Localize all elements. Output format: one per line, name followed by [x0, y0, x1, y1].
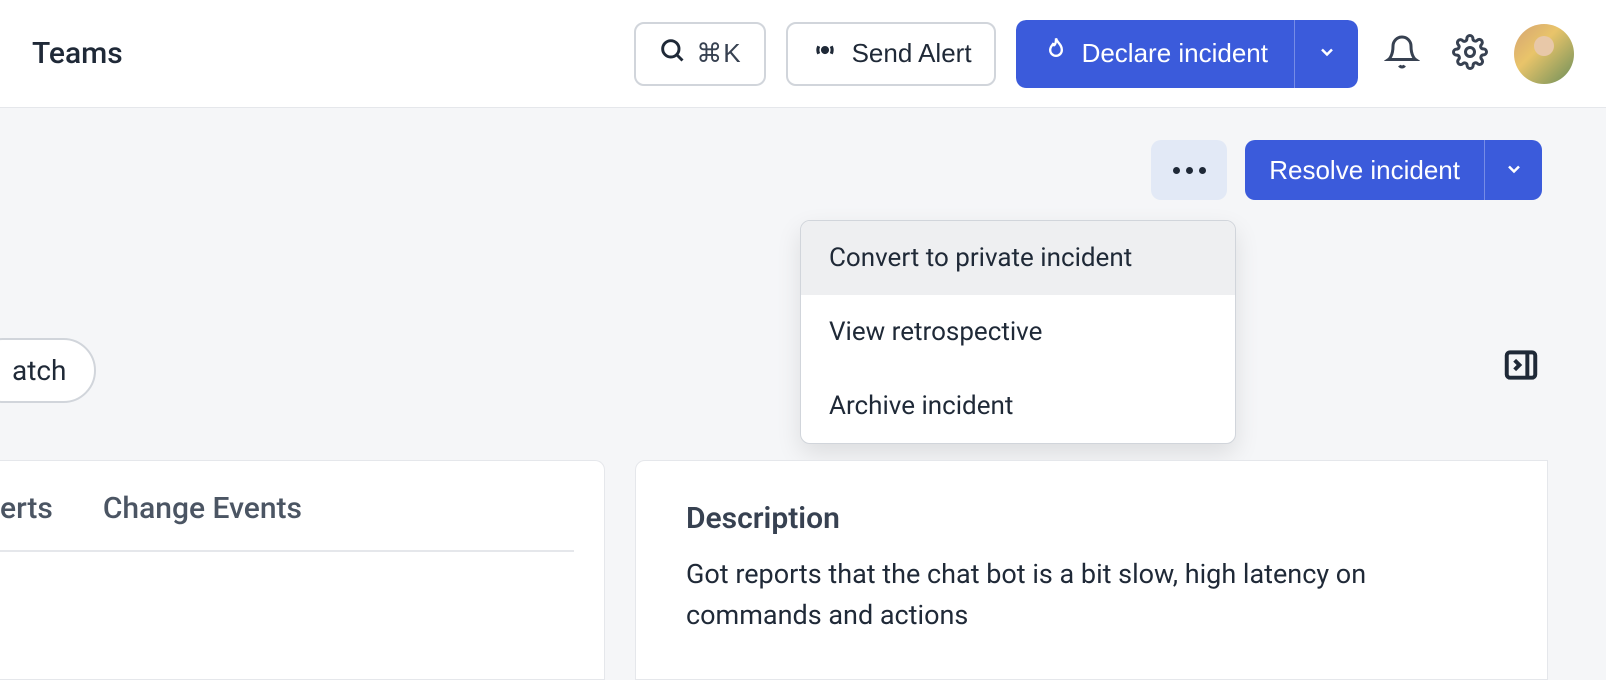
send-alert-label: Send Alert	[852, 38, 972, 69]
more-actions-menu: Convert to private incident View retrosp…	[800, 220, 1236, 444]
page-title: Teams	[32, 36, 123, 71]
topbar: Teams ⌘K Send Alert Decl	[0, 0, 1606, 108]
declare-incident-group: Declare incident	[1016, 20, 1358, 88]
tag-pill[interactable]: atch	[0, 338, 96, 403]
gear-icon	[1452, 34, 1488, 74]
resolve-incident-button[interactable]: Resolve incident	[1245, 140, 1484, 200]
description-title: Description	[686, 501, 1497, 536]
content-area: Resolve incident Convert to private inci…	[0, 108, 1606, 244]
tabs: erts Change Events	[0, 491, 574, 552]
tab-change-events[interactable]: Change Events	[103, 491, 302, 526]
notifications-button[interactable]	[1378, 30, 1426, 78]
more-actions-button[interactable]	[1151, 140, 1227, 200]
resolve-group: Resolve incident	[1245, 140, 1542, 200]
chevron-down-icon	[1317, 42, 1337, 65]
bottom-panels: erts Change Events Description Got repor…	[0, 460, 1606, 680]
expand-panel-button[interactable]	[1502, 346, 1540, 388]
menu-item-view-retrospective[interactable]: View retrospective	[801, 295, 1235, 369]
broadcast-icon	[810, 35, 840, 72]
search-shortcut: ⌘K	[696, 38, 741, 69]
dots-icon	[1173, 167, 1180, 174]
fire-icon	[1042, 36, 1070, 71]
menu-item-convert-private[interactable]: Convert to private incident	[801, 221, 1235, 295]
settings-button[interactable]	[1446, 30, 1494, 78]
action-row: Resolve incident	[32, 140, 1574, 200]
declare-incident-label: Declare incident	[1082, 38, 1268, 69]
panel-right-icon	[1502, 369, 1540, 388]
declare-incident-dropdown[interactable]	[1294, 20, 1358, 88]
tab-alerts[interactable]: erts	[0, 491, 53, 526]
description-text: Got reports that the chat bot is a bit s…	[686, 554, 1497, 635]
avatar[interactable]	[1514, 24, 1574, 84]
search-button[interactable]: ⌘K	[634, 22, 765, 86]
bell-icon	[1384, 34, 1420, 74]
resolve-incident-dropdown[interactable]	[1484, 140, 1542, 200]
declare-incident-button[interactable]: Declare incident	[1016, 20, 1294, 88]
chevron-down-icon	[1504, 159, 1524, 182]
send-alert-button[interactable]: Send Alert	[786, 22, 996, 86]
search-icon	[658, 36, 686, 71]
description-panel: Description Got reports that the chat bo…	[635, 460, 1548, 680]
left-panel: erts Change Events	[0, 460, 605, 680]
menu-item-archive-incident[interactable]: Archive incident	[801, 369, 1235, 443]
